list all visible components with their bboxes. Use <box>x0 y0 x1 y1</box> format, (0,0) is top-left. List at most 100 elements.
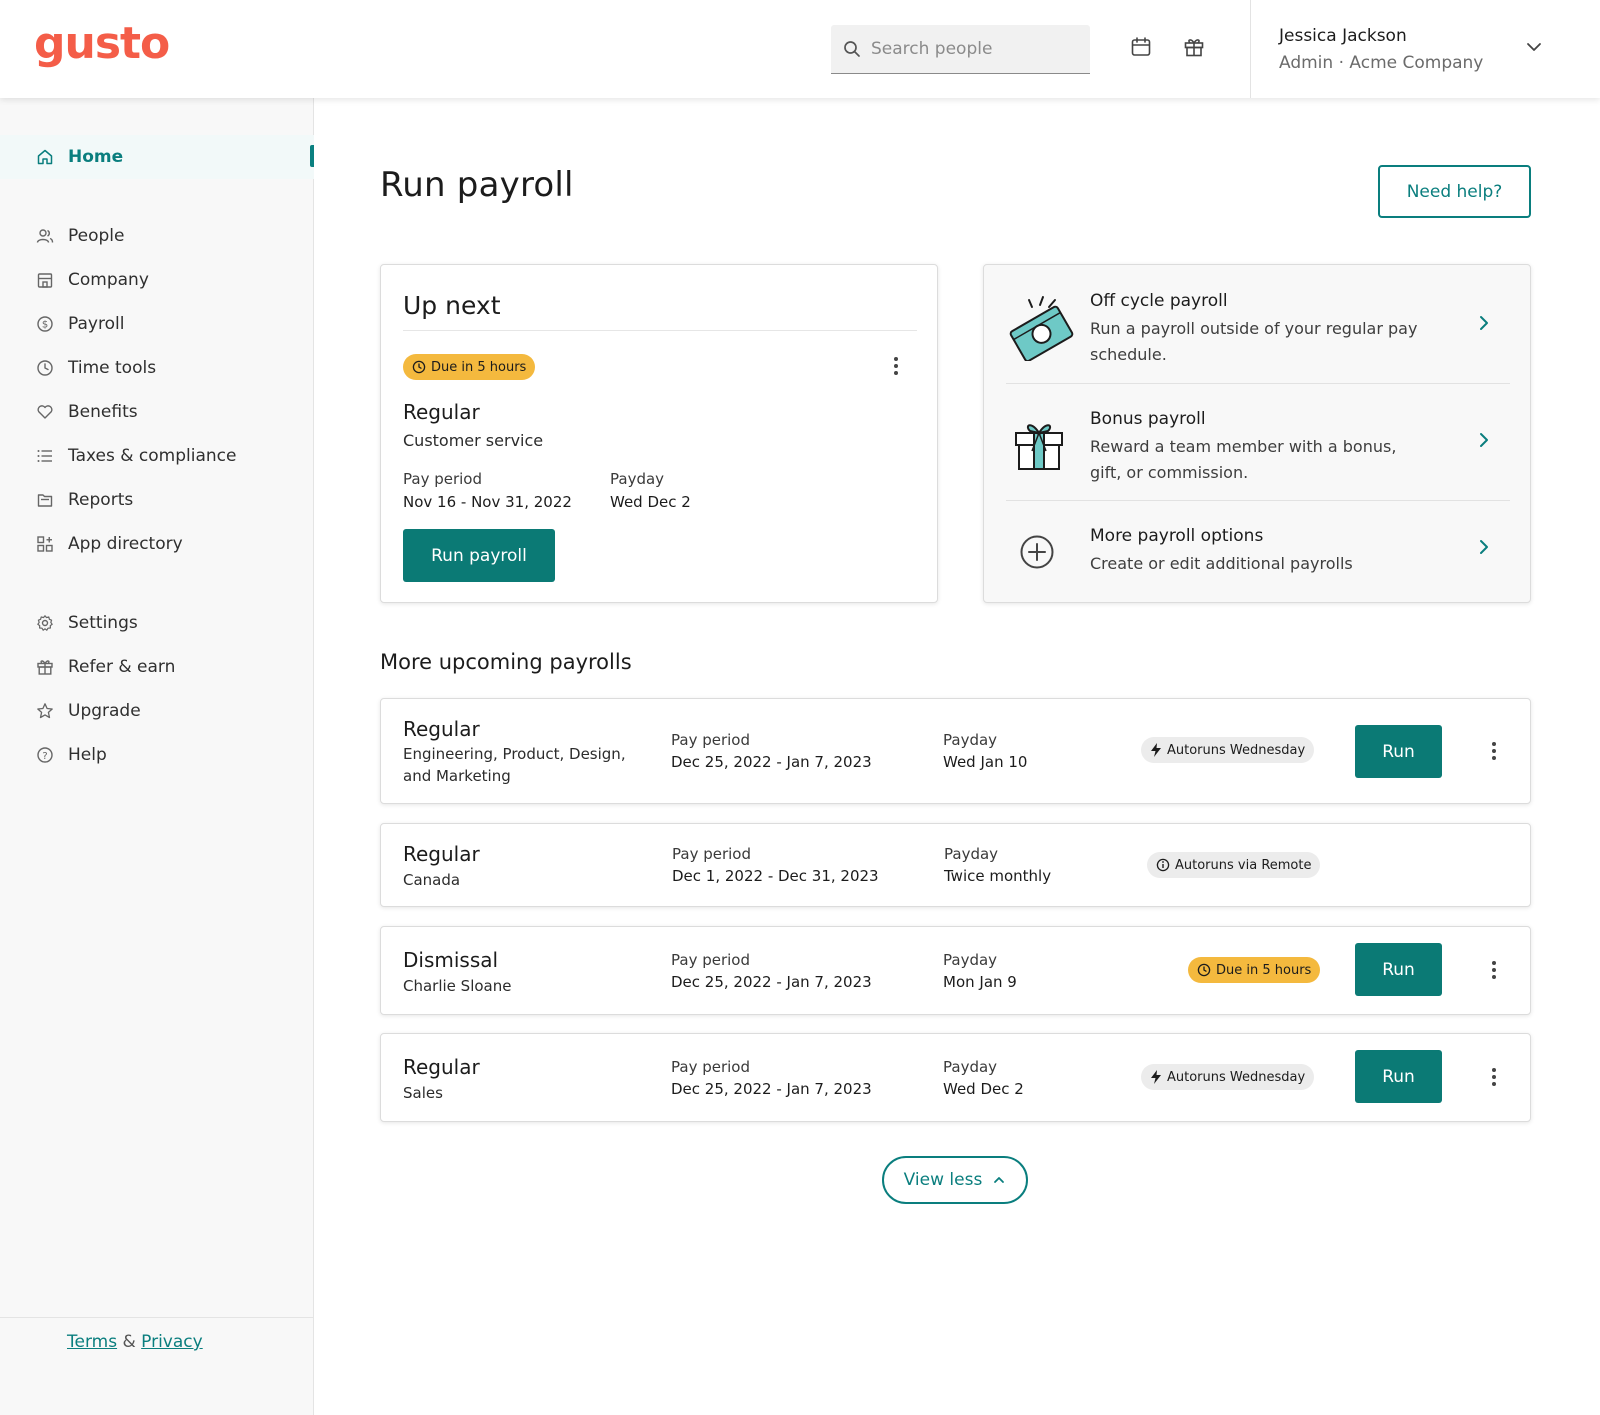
sidebar-item-payroll[interactable]: $ Payroll <box>0 302 314 346</box>
sidebar-item-app-directory[interactable]: App directory <box>0 522 314 566</box>
pay-period-label: Pay period <box>671 951 750 969</box>
payday-value: Mon Jan 9 <box>943 973 1017 991</box>
active-indicator <box>310 145 314 167</box>
view-less-button[interactable]: View less <box>882 1156 1028 1204</box>
apps-icon <box>36 535 54 553</box>
gift-icon[interactable] <box>1181 34 1207 60</box>
privacy-link[interactable]: Privacy <box>141 1332 203 1352</box>
more-options-icon[interactable] <box>1484 737 1504 765</box>
payroll-group: Canada <box>403 871 461 889</box>
autorun-remote-badge: Autoruns via Remote <box>1147 852 1321 878</box>
sidebar-item-label: Taxes & compliance <box>68 446 237 466</box>
plus-circle-icon <box>1019 534 1055 574</box>
pay-period-label: Pay period <box>403 470 482 488</box>
more-options-icon[interactable] <box>1484 956 1504 984</box>
badge-text: Autoruns Wednesday <box>1167 1069 1306 1085</box>
up-next-card: Up next Due in 5 hours Regular Customer … <box>380 264 938 603</box>
lightning-icon <box>1150 743 1162 757</box>
payroll-group: Sales <box>403 1084 443 1102</box>
payday-label: Payday <box>943 951 998 969</box>
badge-text: Due in 5 hours <box>1216 962 1312 978</box>
gusto-logo[interactable]: gusto <box>34 18 170 70</box>
chevron-up-icon <box>994 1177 1005 1183</box>
due-badge: Due in 5 hours <box>1188 957 1321 983</box>
sidebar-item-label: Home <box>68 147 124 167</box>
lightning-icon <box>1150 1070 1162 1084</box>
search-input[interactable] <box>871 39 1071 59</box>
run-button[interactable]: Run <box>1355 943 1442 996</box>
upcoming-payroll-row: Regular Canada Pay period Dec 1, 2022 - … <box>380 823 1531 907</box>
clock-icon <box>412 360 426 374</box>
badge-text: Due in 5 hours <box>431 359 527 375</box>
pay-period-label: Pay period <box>671 731 750 749</box>
payday-label: Payday <box>943 731 998 749</box>
sidebar-item-home[interactable]: Home <box>0 135 314 179</box>
sidebar-item-label: Help <box>68 745 107 765</box>
upcoming-payroll-row: Regular Sales Pay period Dec 25, 2022 - … <box>380 1033 1531 1122</box>
payday-value: Wed Dec 2 <box>610 493 691 511</box>
run-payroll-button[interactable]: Run payroll <box>403 529 555 582</box>
up-next-title: Up next <box>403 291 501 320</box>
sidebar-item-upgrade[interactable]: Upgrade <box>0 689 314 733</box>
sidebar-item-label: Upgrade <box>68 701 141 721</box>
sidebar-item-label: Time tools <box>68 358 157 378</box>
sidebar-item-taxes[interactable]: Taxes & compliance <box>0 434 314 478</box>
sidebar-item-help[interactable]: ? Help <box>0 733 314 777</box>
more-options-icon[interactable] <box>1484 1063 1504 1091</box>
sidebar-item-company[interactable]: Company <box>0 258 314 302</box>
more-options-icon[interactable] <box>886 352 906 380</box>
chevron-right-icon <box>1480 316 1488 330</box>
list-icon <box>36 447 54 465</box>
sidebar-item-refer-earn[interactable]: Refer & earn <box>0 645 314 689</box>
calendar-icon[interactable] <box>1128 34 1154 60</box>
autorun-badge: Autoruns Wednesday <box>1141 1064 1315 1090</box>
sidebar-item-benefits[interactable]: Benefits <box>0 390 314 434</box>
legal-separator: & <box>122 1332 136 1352</box>
sidebar-item-people[interactable]: People <box>0 214 314 258</box>
upcoming-section-title: More upcoming payrolls <box>380 650 632 674</box>
sidebar-item-label: Benefits <box>68 402 138 422</box>
payday-value: Wed Dec 2 <box>943 1080 1024 1098</box>
payroll-icon: $ <box>36 315 54 333</box>
pay-period-value: Nov 16 - Nov 31, 2022 <box>403 493 572 511</box>
account-menu[interactable]: Jessica Jackson Admin · Acme Company <box>1279 24 1483 78</box>
svg-text:?: ? <box>42 751 47 762</box>
badge-text: Autoruns Wednesday <box>1167 742 1306 758</box>
payday-value: Wed Jan 10 <box>943 753 1028 771</box>
search-box[interactable] <box>831 25 1090 74</box>
user-role: Admin · Acme Company <box>1279 53 1484 73</box>
badge-text: Autoruns via Remote <box>1175 857 1312 873</box>
heart-icon <box>36 403 54 421</box>
bonus-payroll-option[interactable]: Bonus payroll Reward a team member with … <box>984 384 1530 500</box>
sidebar-item-time-tools[interactable]: Time tools <box>0 346 314 390</box>
option-description: Reward a team member with a bonus, gift,… <box>1090 437 1397 482</box>
chevron-right-icon <box>1480 540 1488 554</box>
more-payroll-options-option[interactable]: More payroll options Create or edit addi… <box>984 501 1530 602</box>
off-cycle-illustration <box>1006 295 1076 365</box>
payday-label: Payday <box>610 470 665 488</box>
option-description: Run a payroll outside of your regular pa… <box>1090 319 1418 364</box>
chevron-right-icon <box>1480 433 1488 447</box>
off-cycle-payroll-option[interactable]: Off cycle payroll Run a payroll outside … <box>984 265 1530 382</box>
star-icon <box>36 702 54 720</box>
pay-period-value: Dec 1, 2022 - Dec 31, 2023 <box>672 867 879 885</box>
pay-period-value: Dec 25, 2022 - Jan 7, 2023 <box>671 1080 872 1098</box>
option-title: More payroll options <box>1090 526 1264 546</box>
option-title: Bonus payroll <box>1090 409 1206 429</box>
home-icon <box>36 148 54 166</box>
sidebar-item-label: Reports <box>68 490 134 510</box>
sidebar-item-reports[interactable]: Reports <box>0 478 314 522</box>
terms-link[interactable]: Terms <box>67 1332 117 1352</box>
chevron-down-icon[interactable] <box>1525 38 1543 56</box>
sidebar-item-label: Payroll <box>68 314 125 334</box>
legal-links: Terms & Privacy <box>67 1332 203 1352</box>
option-title: Off cycle payroll <box>1090 291 1228 311</box>
need-help-button[interactable]: Need help? <box>1378 165 1531 218</box>
run-button[interactable]: Run <box>1355 725 1442 778</box>
gear-icon <box>36 614 54 632</box>
autorun-badge: Autoruns Wednesday <box>1141 737 1315 763</box>
bonus-gift-illustration <box>1012 411 1068 477</box>
run-button[interactable]: Run <box>1355 1050 1442 1103</box>
help-icon: ? <box>36 746 54 764</box>
sidebar-item-settings[interactable]: Settings <box>0 601 314 645</box>
